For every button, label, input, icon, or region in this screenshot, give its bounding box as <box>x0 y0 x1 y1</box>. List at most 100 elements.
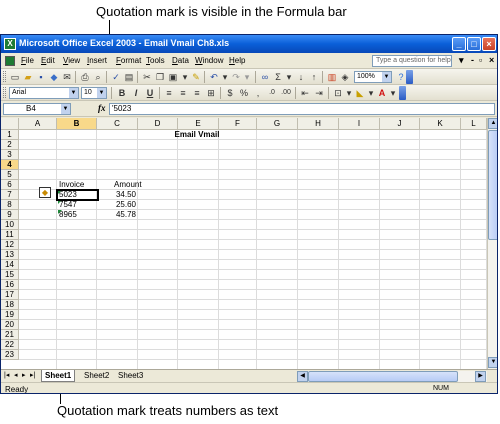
open-icon[interactable]: ▰ <box>22 71 34 83</box>
select-all-corner[interactable] <box>1 118 19 130</box>
column-header-h[interactable]: H <box>298 118 339 130</box>
row-header-14[interactable]: 14 <box>1 260 19 270</box>
font-color-dropdown-icon[interactable]: ▾ <box>387 87 399 99</box>
column-header-l[interactable]: L <box>461 118 487 130</box>
menu-file[interactable]: File <box>21 56 34 65</box>
row-header-23[interactable]: 23 <box>1 350 19 360</box>
toolbar-options-button[interactable] <box>399 86 406 100</box>
autosum-dropdown-icon[interactable]: ▾ <box>283 71 295 83</box>
paste-icon[interactable]: ▣ <box>167 71 179 83</box>
row-header-5[interactable]: 5 <box>1 170 19 180</box>
font-name-select[interactable]: Arial ▼ <box>9 87 79 99</box>
row-header-12[interactable]: 12 <box>1 240 19 250</box>
cell-amount-1[interactable]: 34.50 <box>98 190 138 200</box>
font-dropdown-icon[interactable]: ▼ <box>69 88 78 98</box>
decrease-indent-icon[interactable]: ⇤ <box>299 87 311 99</box>
underline-button[interactable]: U <box>144 87 156 99</box>
permission-icon[interactable]: ◆ <box>48 71 60 83</box>
column-header-e[interactable]: E <box>178 118 219 130</box>
row-header-3[interactable]: 3 <box>1 150 19 160</box>
insert-function-icon[interactable]: fx <box>98 103 106 113</box>
column-header-d[interactable]: D <box>138 118 178 130</box>
row-header-13[interactable]: 13 <box>1 250 19 260</box>
next-sheet-icon[interactable]: ▸ <box>22 371 26 379</box>
column-header-b[interactable]: B <box>57 118 97 130</box>
horizontal-scroll-thumb[interactable] <box>308 371 458 382</box>
toolbar-grip[interactable] <box>3 71 6 82</box>
copy-icon[interactable]: ❐ <box>154 71 166 83</box>
zoom-dropdown-icon[interactable]: ▼ <box>382 72 391 82</box>
redo-dropdown-icon[interactable]: ▾ <box>241 71 253 83</box>
vertical-scrollbar[interactable]: ▲ ▼ <box>487 118 497 369</box>
percent-button[interactable]: % <box>238 87 250 99</box>
sort-ascending-icon[interactable]: ↓ <box>295 71 307 83</box>
close-button[interactable]: × <box>482 37 496 51</box>
name-box[interactable]: B4 ▼ <box>3 103 71 115</box>
workbook-icon[interactable] <box>5 56 15 66</box>
column-header-a[interactable]: A <box>19 118 57 130</box>
menu-window[interactable]: Window <box>195 56 223 65</box>
row-header-18[interactable]: 18 <box>1 300 19 310</box>
maximize-button[interactable]: □ <box>467 37 481 51</box>
row-header-22[interactable]: 22 <box>1 340 19 350</box>
vertical-scroll-thumb[interactable] <box>488 130 497 240</box>
formula-input[interactable]: '5023 <box>109 103 495 115</box>
sort-descending-icon[interactable]: ↑ <box>308 71 320 83</box>
toolbar-options-button[interactable] <box>406 70 413 84</box>
help-dropdown-icon[interactable]: ▾ <box>459 55 464 66</box>
font-size-dropdown-icon[interactable]: ▼ <box>97 88 106 98</box>
email-icon[interactable]: ✉ <box>61 71 73 83</box>
save-icon[interactable]: ▪ <box>35 71 47 83</box>
increase-indent-icon[interactable]: ⇥ <box>313 87 325 99</box>
menu-view[interactable]: View <box>63 56 80 65</box>
zoom-select[interactable]: 100% ▼ <box>354 71 392 83</box>
name-box-dropdown-icon[interactable]: ▼ <box>61 104 70 114</box>
align-right-icon[interactable]: ≡ <box>191 87 203 99</box>
print-preview-icon[interactable]: ⌕ <box>92 71 104 83</box>
align-center-icon[interactable]: ≡ <box>177 87 189 99</box>
new-icon[interactable]: ▭ <box>9 71 21 83</box>
cell-amount-header[interactable]: Amount <box>112 180 162 190</box>
menu-insert[interactable]: Insert <box>87 56 107 65</box>
scroll-up-icon[interactable]: ▲ <box>488 118 497 129</box>
row-header-4[interactable]: 4 <box>1 160 19 170</box>
chart-wizard-icon[interactable]: ▥ <box>326 71 338 83</box>
hyperlink-icon[interactable]: ∞ <box>259 71 271 83</box>
tab-sheet1[interactable]: Sheet1 <box>41 370 76 382</box>
cut-icon[interactable]: ✂ <box>141 71 153 83</box>
column-header-g[interactable]: G <box>257 118 298 130</box>
format-painter-icon[interactable]: ✎ <box>190 71 202 83</box>
research-icon[interactable]: ▤ <box>123 71 135 83</box>
scroll-left-icon[interactable]: ◀ <box>297 371 308 382</box>
row-header-8[interactable]: 8 <box>1 200 19 210</box>
tab-sheet2[interactable]: Sheet2 <box>81 370 112 382</box>
menu-tools[interactable]: Tools <box>146 56 165 65</box>
row-header-1[interactable]: 1 <box>1 130 19 140</box>
scroll-right-icon[interactable]: ▶ <box>475 371 486 382</box>
row-header-15[interactable]: 15 <box>1 270 19 280</box>
decrease-decimal-icon[interactable]: .00 <box>280 87 292 99</box>
menu-edit[interactable]: Edit <box>41 56 55 65</box>
bold-button[interactable]: B <box>116 87 128 99</box>
column-header-c[interactable]: C <box>97 118 138 130</box>
drawing-icon[interactable]: ◈ <box>339 71 351 83</box>
title-bar[interactable]: X Microsoft Office Excel 2003 - Email Vm… <box>1 35 497 53</box>
comma-style-icon[interactable]: , <box>252 87 264 99</box>
merge-center-icon[interactable]: ⊞ <box>205 87 217 99</box>
row-header-9[interactable]: 9 <box>1 210 19 220</box>
align-left-icon[interactable]: ≡ <box>163 87 175 99</box>
worksheet-grid[interactable]: ABCDEFGHIJKL 1 2 3 4 5 6 7 8 9 10 11 12 13 14 15 16 17 18… <box>1 118 487 369</box>
cell-title[interactable]: Email Vmail <box>152 130 242 140</box>
help-question-box[interactable]: Type a question for help <box>372 55 452 67</box>
prev-sheet-icon[interactable]: ◂ <box>14 371 18 379</box>
first-sheet-icon[interactable]: |◂ <box>4 371 9 379</box>
row-header-7[interactable]: 7 <box>1 190 19 200</box>
tab-sheet3[interactable]: Sheet3 <box>115 370 146 382</box>
scroll-down-icon[interactable]: ▼ <box>488 357 497 368</box>
currency-button[interactable]: $ <box>224 87 236 99</box>
row-header-16[interactable]: 16 <box>1 280 19 290</box>
row-header-6[interactable]: 6 <box>1 180 19 190</box>
spelling-icon[interactable]: ✓ <box>110 71 122 83</box>
increase-decimal-icon[interactable]: .0 <box>266 87 278 99</box>
horizontal-scrollbar[interactable]: ◀ ▶ <box>297 371 487 382</box>
